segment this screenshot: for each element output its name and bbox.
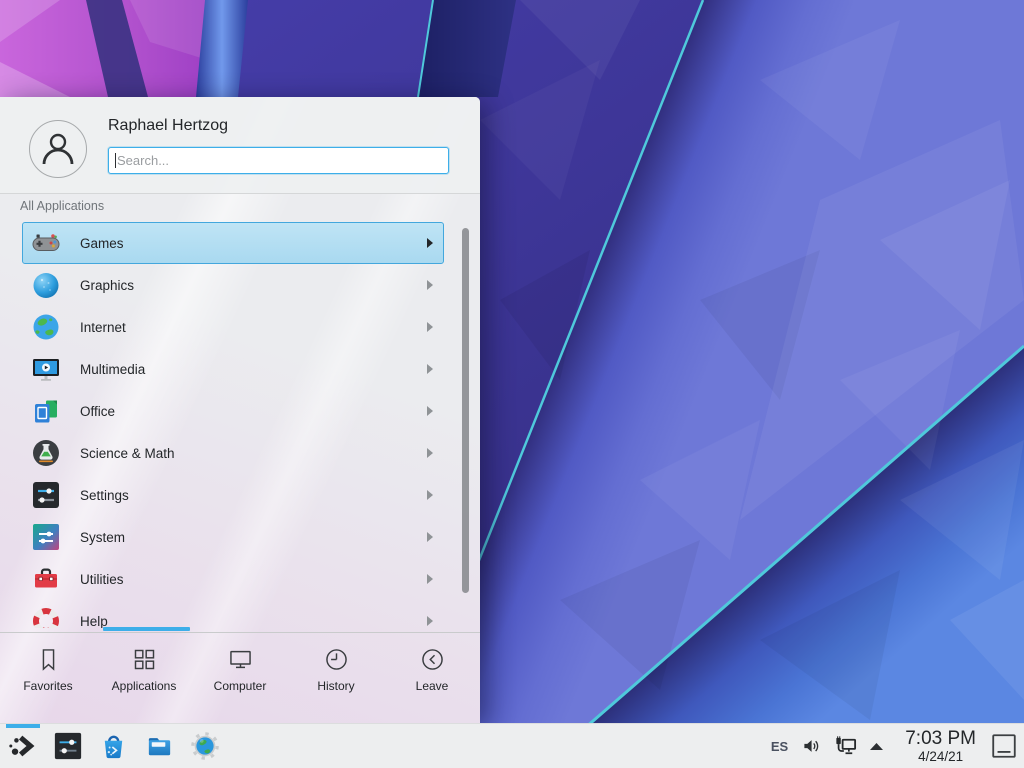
clock-time: 7:03 PM [905, 729, 976, 748]
category-row-help[interactable]: Help [22, 600, 444, 628]
submenu-arrow-icon [427, 448, 433, 458]
application-launcher-popup: Raphael Hertzog Search... All Applicatio… [0, 97, 480, 723]
category-row-internet[interactable]: Internet [22, 306, 444, 348]
chevron-up-icon [868, 740, 885, 752]
show-desktop-icon [990, 732, 1018, 760]
search-placeholder: Search... [117, 153, 169, 168]
web-browser-button[interactable] [190, 724, 220, 768]
tab-label: Computer [214, 679, 267, 693]
tab-favorites[interactable]: Favorites [0, 633, 96, 723]
submenu-arrow-icon [427, 364, 433, 374]
monitor-play-icon [30, 353, 62, 385]
category-row-graphics[interactable]: Graphics [22, 264, 444, 306]
active-app-indicator [6, 724, 40, 728]
speaker-icon [801, 735, 823, 757]
clock-icon [323, 646, 350, 673]
category-row-science-math[interactable]: Science & Math [22, 432, 444, 474]
section-header-all-applications: All Applications [20, 199, 104, 213]
tab-label: Applications [112, 679, 177, 693]
category-row-system[interactable]: System [22, 516, 444, 558]
discover-bag-icon [98, 731, 129, 762]
flask-icon [30, 437, 62, 469]
globe-icon [30, 311, 62, 343]
category-row-settings[interactable]: Settings [22, 474, 444, 516]
globe-gear-icon [190, 731, 220, 761]
category-label: Internet [80, 320, 427, 335]
tray-expand-button[interactable] [868, 740, 885, 752]
category-label: System [80, 530, 427, 545]
tab-label: Favorites [23, 679, 72, 693]
submenu-arrow-icon [427, 238, 433, 248]
taskbar-panel: ES [0, 723, 1024, 768]
sliders-icon [30, 479, 62, 511]
folder-icon [144, 731, 175, 762]
text-caret [115, 153, 116, 168]
file-manager-button[interactable] [144, 724, 175, 768]
clock-date: 4/24/21 [905, 750, 976, 764]
submenu-arrow-icon [427, 532, 433, 542]
tab-history[interactable]: History [288, 633, 384, 723]
user-name: Raphael Hertzog [108, 117, 228, 135]
category-label: Graphics [80, 278, 427, 293]
tab-leave[interactable]: Leave [384, 633, 480, 723]
desktop: Raphael Hertzog Search... All Applicatio… [0, 0, 1024, 768]
toolbox-icon [30, 563, 62, 595]
category-label: Utilities [80, 572, 427, 587]
taskbar-left [0, 724, 235, 768]
submenu-arrow-icon [427, 490, 433, 500]
tab-computer[interactable]: Computer [192, 633, 288, 723]
launcher-tab-bar: Favorites Applications C [0, 632, 480, 723]
category-row-multimedia[interactable]: Multimedia [22, 348, 444, 390]
volume-button[interactable] [801, 735, 823, 757]
category-label: Settings [80, 488, 427, 503]
user-avatar[interactable] [29, 120, 87, 178]
submenu-arrow-icon [427, 616, 433, 626]
app-launcher-icon [8, 731, 38, 761]
user-icon [30, 121, 86, 177]
system-settings-icon [53, 731, 83, 761]
discover-button[interactable] [98, 724, 129, 768]
category-row-games[interactable]: Games [22, 222, 444, 264]
system-sliders-icon [30, 521, 62, 553]
tab-label: Leave [416, 679, 449, 693]
leave-icon [419, 646, 446, 673]
documents-icon [30, 395, 62, 427]
search-input[interactable]: Search... [108, 147, 449, 174]
gamepad-icon [30, 227, 62, 259]
lifebuoy-icon [30, 605, 62, 628]
category-list: Games Graphics [0, 222, 480, 628]
wired-network-icon [833, 734, 858, 758]
submenu-arrow-icon [427, 322, 433, 332]
category-label: Science & Math [80, 446, 427, 461]
computer-icon [227, 646, 254, 673]
list-scrollbar[interactable] [462, 228, 469, 593]
category-label: Multimedia [80, 362, 427, 377]
category-label: Office [80, 404, 427, 419]
category-row-utilities[interactable]: Utilities [22, 558, 444, 600]
digital-clock[interactable]: 7:03 PM 4/24/21 [905, 729, 976, 764]
keyboard-layout-indicator[interactable]: ES [771, 739, 788, 754]
grid-icon [131, 646, 158, 673]
tab-applications[interactable]: Applications [96, 633, 192, 723]
submenu-arrow-icon [427, 280, 433, 290]
submenu-arrow-icon [427, 406, 433, 416]
active-tab-indicator [103, 627, 190, 631]
category-label: Games [80, 236, 427, 251]
show-desktop-button[interactable] [990, 732, 1018, 760]
network-button[interactable] [833, 734, 858, 758]
system-settings-button[interactable] [53, 724, 83, 768]
submenu-arrow-icon [427, 574, 433, 584]
system-tray: ES [771, 724, 1024, 768]
category-row-office[interactable]: Office [22, 390, 444, 432]
app-launcher-button[interactable] [8, 724, 38, 768]
tab-label: History [317, 679, 354, 693]
graphics-ball-icon [30, 269, 62, 301]
bookmark-icon [35, 646, 62, 673]
launcher-header: Raphael Hertzog Search... [0, 97, 480, 194]
category-label: Help [80, 614, 427, 629]
